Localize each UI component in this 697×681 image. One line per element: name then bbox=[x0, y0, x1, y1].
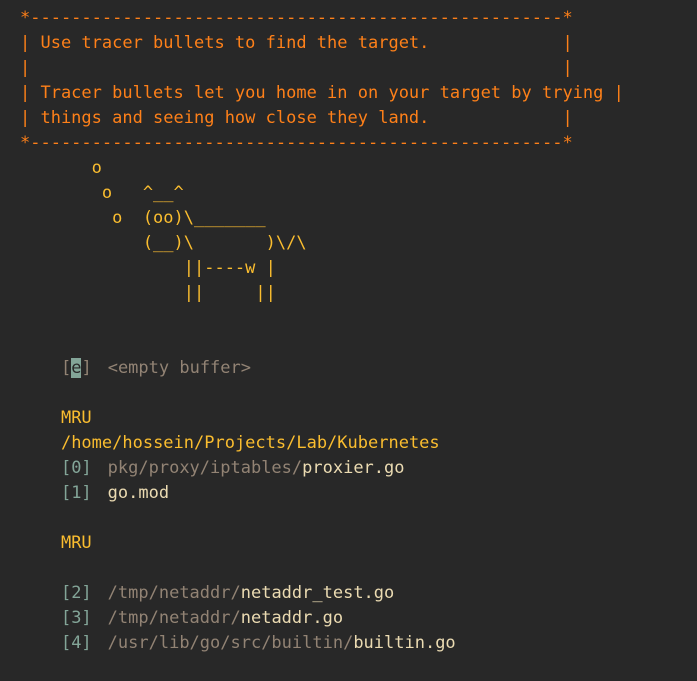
item-dir: pkg/proxy/iptables/ bbox=[107, 458, 303, 478]
cow-line: (__)\ )\/\ bbox=[20, 233, 307, 253]
cow-line: || || bbox=[20, 283, 276, 303]
cowsay-art: o o ^__^ o (oo)\_______ (__)\ )\/\ ||---… bbox=[20, 156, 697, 306]
banner-line: | | bbox=[20, 58, 573, 78]
startify-screen: *---------------------------------------… bbox=[0, 0, 697, 653]
item-index: [0] bbox=[60, 458, 92, 478]
mru-list-item[interactable]: [2] /tmp/netaddr/netaddr_test.go bbox=[20, 556, 697, 603]
item-dir: /tmp/netaddr/ bbox=[107, 583, 241, 603]
item-file: go.mod bbox=[107, 483, 170, 503]
item-index: [2] bbox=[60, 583, 92, 603]
banner-border-top: *---------------------------------------… bbox=[20, 8, 573, 28]
item-index: [1] bbox=[60, 483, 92, 503]
banner-line: | Use tracer bullets to find the target.… bbox=[20, 33, 573, 53]
empty-buffer-entry[interactable]: [e] <empty buffer> bbox=[20, 331, 697, 378]
cow-line: o (oo)\_______ bbox=[20, 208, 266, 228]
section-path: /home/hossein/Projects/Lab/Kubernetes bbox=[60, 433, 440, 453]
mru-section-header: MRU /home/hossein/Projects/Lab/Kubernete… bbox=[20, 381, 697, 453]
mru-section-header: MRU bbox=[20, 506, 697, 553]
quote-banner: *---------------------------------------… bbox=[20, 6, 697, 156]
cursor-key[interactable]: e bbox=[71, 358, 82, 378]
bracket-open: [ bbox=[60, 358, 72, 378]
section-title: MRU bbox=[60, 408, 92, 428]
banner-line: | things and seeing how close they land.… bbox=[20, 108, 573, 128]
item-dir: /usr/lib/go/src/builtin/ bbox=[107, 633, 354, 653]
item-file: netaddr_test.go bbox=[240, 583, 395, 603]
bracket-close: ] bbox=[81, 358, 92, 378]
banner-border-bottom: *---------------------------------------… bbox=[20, 133, 573, 153]
empty-buffer-label: <empty buffer> bbox=[107, 358, 251, 378]
item-index: [3] bbox=[60, 608, 92, 628]
cow-line: o bbox=[20, 158, 102, 178]
cow-line: ||----w | bbox=[20, 258, 276, 278]
cow-line: o ^__^ bbox=[20, 183, 184, 203]
item-file: builtin.go bbox=[353, 633, 456, 653]
item-index: [4] bbox=[60, 633, 92, 653]
section-title: MRU bbox=[60, 533, 92, 553]
item-file: netaddr.go bbox=[240, 608, 344, 628]
item-file: proxier.go bbox=[302, 458, 405, 478]
item-dir: /tmp/netaddr/ bbox=[107, 608, 241, 628]
banner-line: | Tracer bullets let you home in on your… bbox=[20, 83, 624, 103]
